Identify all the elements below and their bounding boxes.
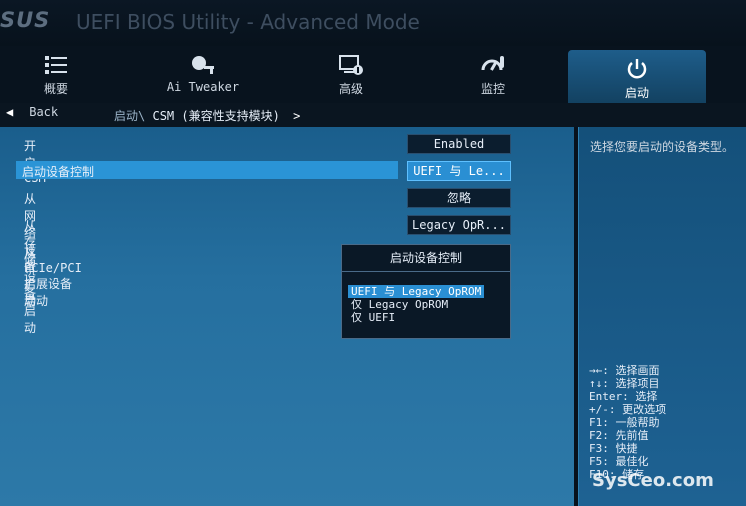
- tab-label: Ai Tweaker: [166, 80, 240, 94]
- key-legend: →←: 选择画面 ↑↓: 选择项目 Enter: 选择 +/-: 更改选项 F1…: [589, 364, 745, 481]
- key-hint: F5: 最佳化: [589, 455, 649, 468]
- key-hint: +/-: 更改选项: [589, 403, 667, 416]
- network-boot-value[interactable]: 忽略: [407, 188, 511, 208]
- help-description: 选择您要启动的设备类型。: [590, 140, 735, 154]
- breadcrumb-parent[interactable]: 启动\: [114, 109, 145, 123]
- tab-label: 概要: [43, 82, 68, 96]
- popup-option-legacy-only[interactable]: 仅 Legacy OpROM: [348, 298, 451, 311]
- boot-device-control-value[interactable]: UEFI 与 Le...: [407, 161, 511, 181]
- boot-device-control-popup: 启动设备控制 UEFI 与 Legacy OpROM 仅 Legacy OpRO…: [341, 244, 511, 339]
- breadcrumb: 启动\ CSM (兼容性支持模块) >: [114, 107, 300, 124]
- back-label: Back: [29, 105, 59, 119]
- key-hint: ↑↓: 选择项目: [589, 377, 660, 390]
- tweaker-icon: [192, 56, 214, 74]
- setting-boot-device-control[interactable]: 启动设备控制: [16, 161, 398, 179]
- tab-ai-tweaker[interactable]: Ai Tweaker: [145, 46, 261, 104]
- breadcrumb-current: CSM (兼容性支持模块): [152, 109, 280, 123]
- app-title: UEFI BIOS Utility - Advanced Mode: [76, 10, 420, 34]
- breadcrumb-bar: ◀ Back 启动\ CSM (兼容性支持模块) >: [0, 103, 746, 127]
- key-hint: Enter: 选择: [589, 390, 658, 403]
- popup-title: 启动设备控制: [342, 245, 510, 272]
- storage-boot-value[interactable]: Legacy OpR...: [407, 215, 511, 235]
- tab-label: 高级: [338, 82, 363, 96]
- tab-label: 启动: [624, 86, 649, 100]
- tab-monitor[interactable]: 监控: [438, 46, 548, 104]
- key-hint: →←: 选择画面: [589, 364, 660, 377]
- tab-boot[interactable]: 启动: [568, 50, 706, 106]
- watermark: SysCeo.com: [592, 470, 714, 491]
- tab-overview[interactable]: 概要: [0, 46, 112, 104]
- tab-advanced[interactable]: 高级: [296, 46, 406, 104]
- back-button[interactable]: ◀ Back: [6, 105, 98, 123]
- chevron-right-icon: >: [293, 109, 301, 123]
- popup-option-uefi-legacy[interactable]: UEFI 与 Legacy OpROM: [348, 285, 485, 298]
- popup-option-uefi-only[interactable]: 仅 UEFI: [348, 311, 398, 324]
- brand-logo: SUS: [0, 8, 51, 32]
- back-arrow-icon: ◀: [6, 105, 14, 119]
- tab-label: 监控: [480, 82, 505, 96]
- power-icon: [627, 59, 647, 79]
- csm-value[interactable]: Enabled: [407, 134, 511, 154]
- setting-label: 启动设备控制: [22, 165, 95, 179]
- list-icon: [45, 56, 67, 74]
- key-hint: F2: 先前值: [589, 429, 649, 442]
- title-bar: SUS UEFI BIOS Utility - Advanced Mode: [0, 0, 746, 46]
- key-hint: F3: 快捷: [589, 442, 638, 455]
- monitor-icon: [481, 56, 504, 71]
- setting-label: 从 PCIe/PCI 扩展设备启动: [24, 246, 82, 308]
- key-hint: F1: 一般帮助: [589, 416, 660, 429]
- tab-bar: 概要 Ai Tweaker 高级 监控 启动: [0, 46, 746, 106]
- advanced-icon: [339, 55, 363, 75]
